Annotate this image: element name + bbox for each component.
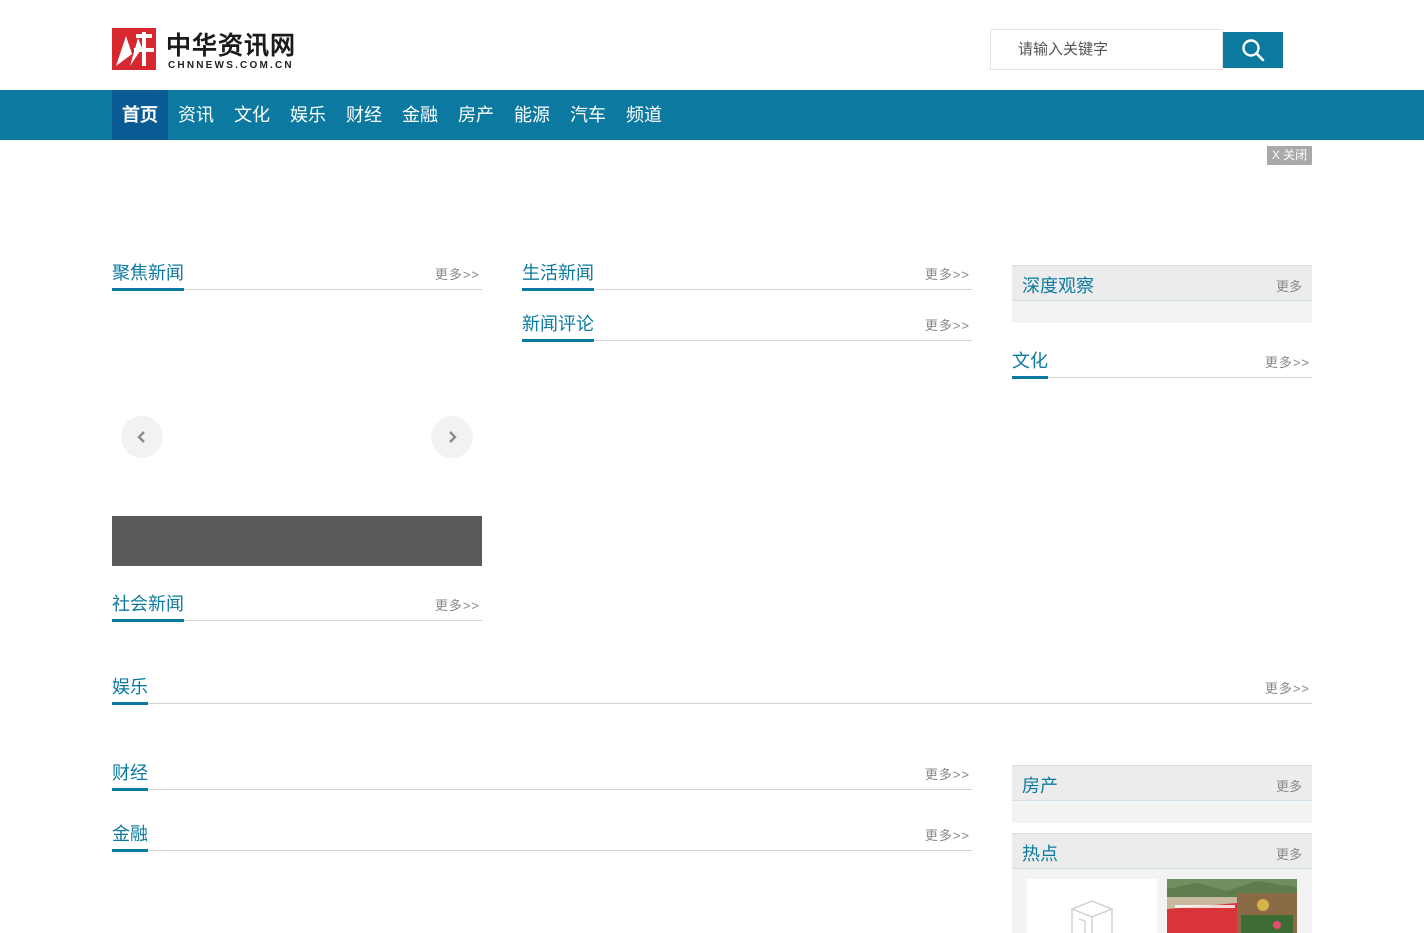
box-header: 热点 更多 — [1012, 833, 1312, 869]
nav-item-finance[interactable]: 财经 — [336, 90, 392, 140]
more-link[interactable]: 更多>> — [435, 595, 480, 614]
more-link[interactable]: 更多>> — [1265, 352, 1310, 371]
photo-image — [1167, 879, 1297, 933]
site-logo[interactable]: 中华资讯网 CHNNEWS.COM.CN — [112, 26, 297, 72]
box-real-estate: 房产 更多 — [1012, 765, 1312, 823]
section-title[interactable]: 聚焦新闻 — [112, 261, 184, 291]
box-header: 房产 更多 — [1012, 765, 1312, 801]
nav-item-banking[interactable]: 金融 — [392, 90, 448, 140]
search-box — [990, 29, 1223, 70]
nav-item-real-estate[interactable]: 房产 — [448, 90, 504, 140]
site-header: 中华资讯网 CHNNEWS.COM.CN — [0, 0, 1424, 90]
more-link[interactable]: 更多>> — [925, 764, 970, 783]
nav-item-channels[interactable]: 频道 — [616, 90, 672, 140]
slider-caption-bar[interactable] — [112, 516, 482, 566]
main-nav: 首页 资讯 文化 娱乐 财经 金融 房产 能源 汽车 频道 — [0, 90, 1424, 140]
section-entertainment: 娱乐 更多>> — [112, 674, 1312, 705]
more-link[interactable]: 更多>> — [925, 315, 970, 334]
section-title[interactable]: 新闻评论 — [522, 312, 594, 342]
nav-item-entertainment[interactable]: 娱乐 — [280, 90, 336, 140]
section-life-news: 生活新闻 更多>> — [522, 260, 972, 291]
box-title[interactable]: 房产 — [1022, 772, 1058, 798]
nav-item-culture[interactable]: 文化 — [224, 90, 280, 140]
more-link[interactable]: 更多 — [1276, 776, 1302, 795]
chevron-right-icon — [449, 431, 457, 443]
section-culture: 文化 更多>> — [1012, 348, 1312, 379]
nav-item-auto[interactable]: 汽车 — [560, 90, 616, 140]
chevron-left-icon — [137, 431, 145, 443]
more-link[interactable]: 更多 — [1276, 276, 1302, 295]
logo-mark-icon — [112, 28, 156, 70]
search-icon — [1242, 39, 1265, 62]
more-link[interactable]: 更多>> — [925, 264, 970, 283]
ad-close-button[interactable]: X 关闭 — [1267, 146, 1312, 165]
nav-item-news[interactable]: 资讯 — [168, 90, 224, 140]
section-finance: 财经 更多>> — [112, 760, 972, 791]
section-banking: 金融 更多>> — [112, 821, 972, 852]
more-link[interactable]: 更多>> — [1265, 678, 1310, 697]
logo-chinese: 中华资讯网 — [166, 31, 297, 60]
section-news-comment: 新闻评论 更多>> — [522, 311, 972, 342]
section-title[interactable]: 社会新闻 — [112, 592, 184, 622]
search-input[interactable] — [991, 30, 1222, 69]
logo-english: CHNNEWS.COM.CN — [168, 60, 294, 71]
slider-next-button[interactable] — [431, 416, 473, 458]
search-button[interactable] — [1223, 32, 1283, 68]
section-title[interactable]: 金融 — [112, 822, 148, 852]
more-link[interactable]: 更多>> — [435, 264, 480, 283]
section-title[interactable]: 生活新闻 — [522, 261, 594, 291]
nav-item-home[interactable]: 首页 — [112, 90, 168, 140]
more-link[interactable]: 更多 — [1276, 844, 1302, 863]
box-deep-observation: 深度观察 更多 — [1012, 265, 1312, 323]
image-placeholder-icon — [1069, 900, 1115, 933]
section-title[interactable]: 文化 — [1012, 349, 1048, 379]
box-header: 深度观察 更多 — [1012, 265, 1312, 301]
more-link[interactable]: 更多>> — [925, 825, 970, 844]
nav-list: 首页 资讯 文化 娱乐 财经 金融 房产 能源 汽车 频道 — [112, 90, 672, 140]
hot-thumbnail-photo[interactable] — [1167, 879, 1297, 933]
slider-prev-button[interactable] — [121, 416, 163, 458]
hot-thumbnail-placeholder[interactable] — [1027, 879, 1157, 933]
box-title[interactable]: 热点 — [1022, 840, 1058, 866]
section-focus-news: 聚焦新闻 更多>> — [112, 260, 482, 291]
nav-item-energy[interactable]: 能源 — [504, 90, 560, 140]
section-society-news: 社会新闻 更多>> — [112, 591, 482, 622]
section-title[interactable]: 财经 — [112, 761, 148, 791]
box-title[interactable]: 深度观察 — [1022, 272, 1094, 298]
section-title[interactable]: 娱乐 — [112, 675, 148, 705]
